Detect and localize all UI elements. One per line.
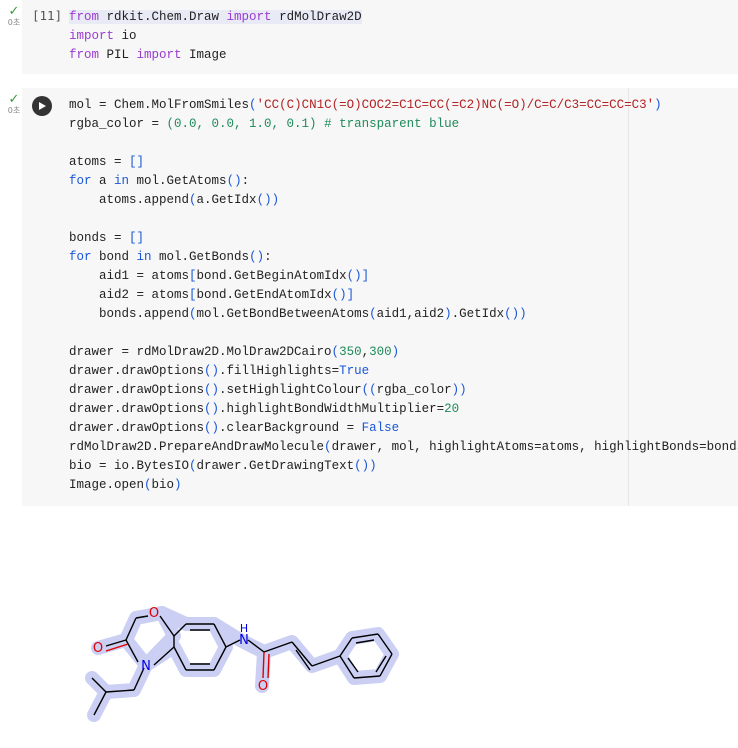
atom-nitrogen-ring: N	[141, 659, 151, 674]
execution-count: [11]	[32, 8, 63, 23]
cell-status: ✓ 0초	[4, 4, 24, 28]
exec-time: 0초	[7, 106, 21, 115]
atom-hydrogen: H	[240, 622, 248, 635]
atom-oxygen-amide: O	[258, 679, 268, 694]
atom-nitrogen-amide: N	[239, 633, 249, 648]
play-icon	[39, 102, 46, 110]
exec-time: 0초	[7, 18, 21, 27]
check-icon: ✓	[8, 4, 20, 19]
cell-status: ✓ 0초	[4, 92, 24, 116]
check-icon: ✓	[8, 92, 20, 107]
code-editor-imports[interactable]: from rdkit.Chem.Draw import rdMolDraw2D …	[69, 8, 362, 65]
output-image: O N O N H O	[62, 520, 412, 740]
molecule-drawing: O N O N H O	[85, 606, 399, 722]
atom-oxygen-ring: O	[149, 606, 159, 621]
atom-oxygen-carbonyl: O	[93, 641, 103, 656]
run-cell-button[interactable]	[32, 96, 52, 116]
code-editor-draw[interactable]: mol = Chem.MolFromSmiles('CC(C)CN1C(=O)C…	[69, 96, 738, 495]
